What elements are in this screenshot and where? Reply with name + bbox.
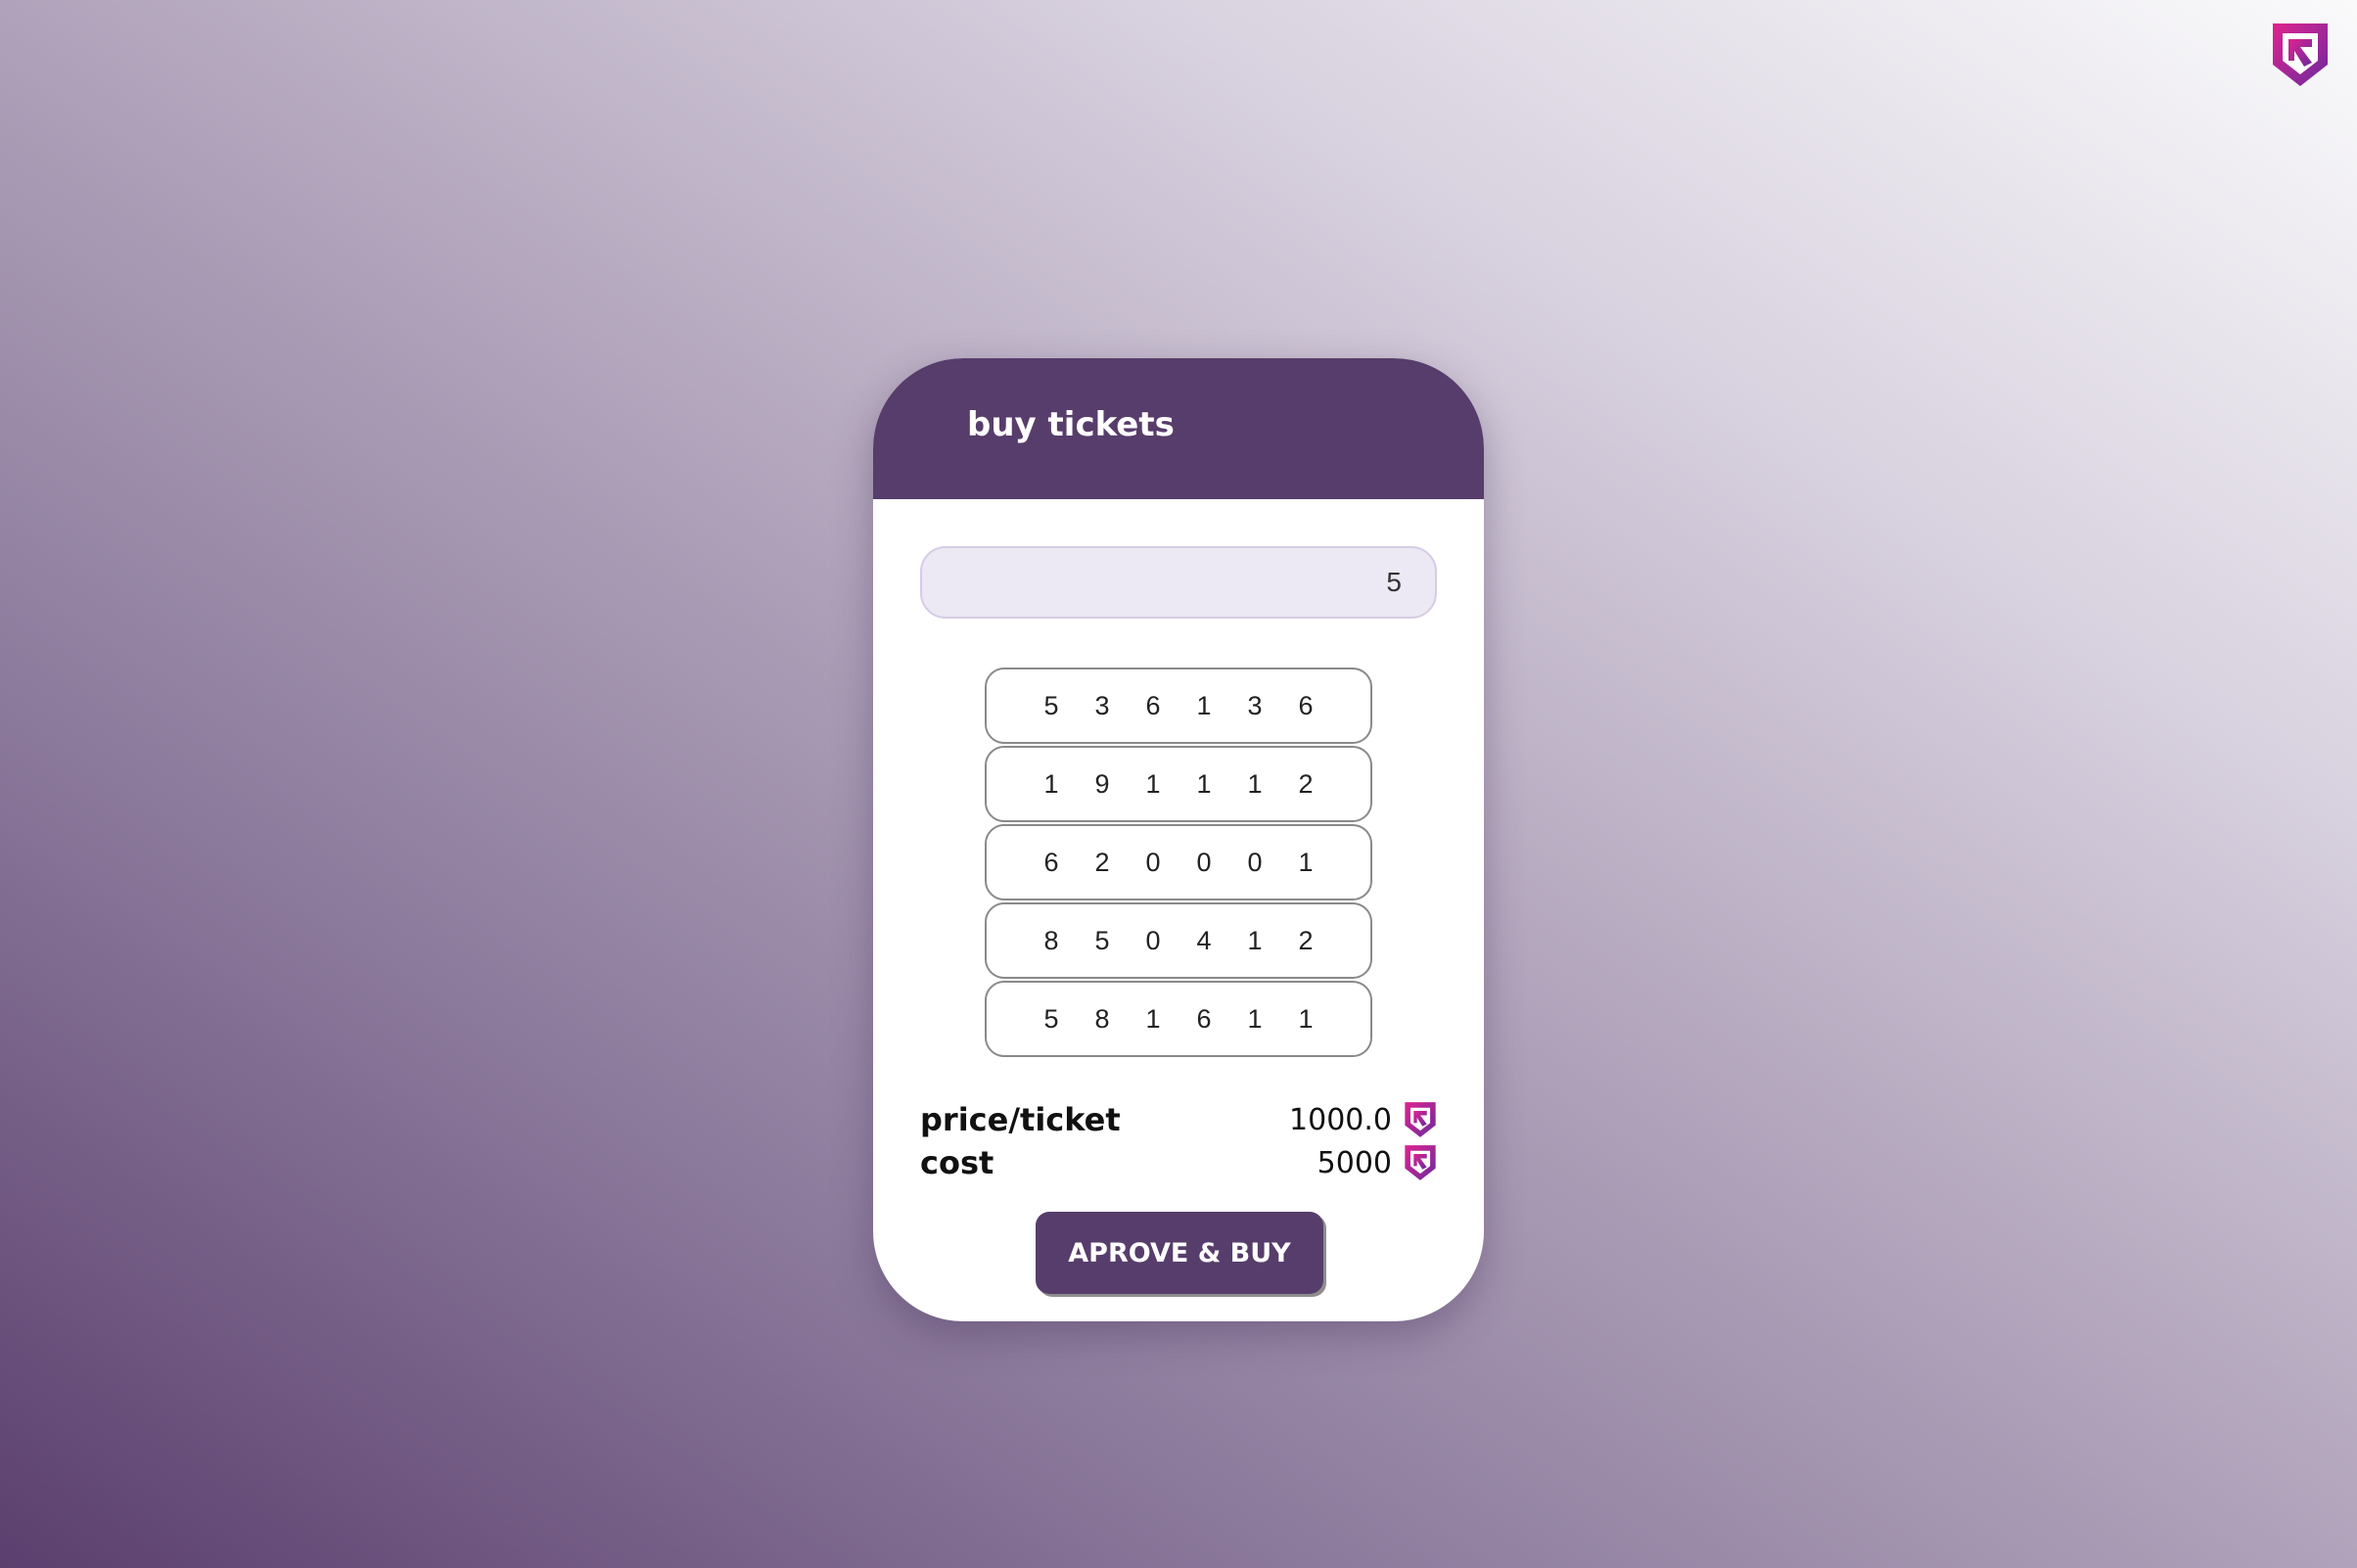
ticket-row[interactable]: 8 5 0 4 1 2	[985, 902, 1372, 979]
cost-summary: price/ticket 1000.0 cost 5000	[920, 1098, 1437, 1184]
ticket-digit: 5	[1043, 1003, 1059, 1034]
ticket-digit: 1	[1247, 768, 1263, 799]
cost-label: cost	[920, 1144, 994, 1181]
ticket-digit: 2	[1298, 925, 1314, 955]
ticket-digit: 1	[1298, 1003, 1314, 1034]
ticket-digit: 6	[1196, 1003, 1212, 1034]
ticket-digit: 5	[1043, 690, 1059, 720]
ticket-digit: 8	[1094, 1003, 1110, 1034]
ticket-row[interactable]: 581611	[985, 981, 1372, 1057]
ticket-digit: 2	[1298, 768, 1314, 799]
ticket-digit: 3	[1094, 690, 1110, 720]
ticket-digit: 0	[1247, 847, 1263, 877]
ticket-digit: 0	[1196, 847, 1212, 877]
card-title: buy tickets	[967, 405, 1175, 444]
ticket-digit: 6	[1043, 847, 1059, 877]
ticket-digit: 6	[1145, 690, 1161, 720]
ticket-digit: 3	[1247, 690, 1263, 720]
ticket-row[interactable]: 5 3 6 1 3 6	[985, 668, 1372, 744]
ticket-list: 536136191112620001850412581611	[985, 668, 1372, 1059]
ticket-row[interactable]: 1 9 1 1 1 2	[985, 746, 1372, 822]
ticket-digit: 1	[1196, 690, 1212, 720]
price-row: price/ticket 1000.0	[920, 1098, 1437, 1141]
cost-value: 5000	[1317, 1145, 1392, 1180]
ticket-digit: 0	[1145, 847, 1161, 877]
ticket-digit: 1	[1145, 768, 1161, 799]
ticket-digit: 9	[1094, 768, 1110, 799]
ticket-quantity-input[interactable]	[920, 546, 1437, 619]
ticket-digit: 5	[1094, 925, 1110, 955]
ticket-digit: 1	[1043, 768, 1059, 799]
approve-and-buy-button[interactable]: APROVE & BUY	[1036, 1212, 1323, 1294]
ticket-digit: 2	[1094, 847, 1110, 877]
ticket-digit: 1	[1196, 768, 1212, 799]
token-icon	[1405, 1145, 1436, 1180]
ticket-digit: 4	[1196, 925, 1212, 955]
cost-row: cost 5000	[920, 1141, 1437, 1184]
price-value: 1000.0	[1289, 1102, 1392, 1137]
price-label: price/ticket	[920, 1101, 1121, 1138]
ticket-row[interactable]: 6 2 0 0 0 1	[985, 824, 1372, 900]
app-logo-icon	[2273, 23, 2328, 86]
token-icon	[1405, 1102, 1436, 1137]
ticket-digit: 8	[1043, 925, 1059, 955]
ticket-digit: 1	[1247, 1003, 1263, 1034]
ticket-digit: 1	[1145, 1003, 1161, 1034]
ticket-digit: 0	[1145, 925, 1161, 955]
card-header: buy tickets	[873, 358, 1484, 499]
ticket-digit: 1	[1247, 925, 1263, 955]
buy-tickets-card: buy tickets 5361361911126200018504125816…	[873, 358, 1484, 1321]
ticket-digit: 1	[1298, 847, 1314, 877]
ticket-digit: 6	[1298, 690, 1314, 720]
